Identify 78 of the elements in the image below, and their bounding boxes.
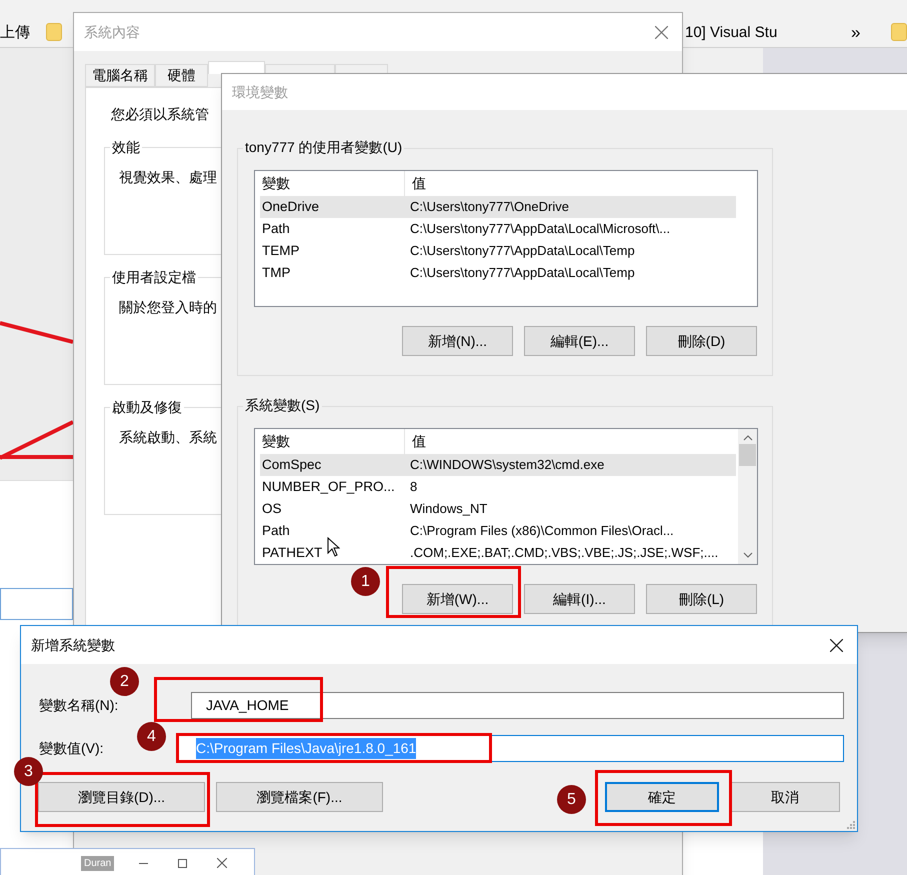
scroll-up-icon[interactable] xyxy=(742,435,752,441)
tab[interactable]: 電腦名稱 xyxy=(85,64,155,87)
tab[interactable]: 硬體 xyxy=(155,64,208,87)
variable-name: Path xyxy=(262,220,290,236)
variable-name: OS xyxy=(262,500,282,516)
group-title: 效能 xyxy=(110,138,142,156)
variable-row[interactable]: ComSpec C:\WINDOWS\system32\cmd.exe xyxy=(260,454,736,476)
dialog-button[interactable]: 瀏覽檔案(F)... xyxy=(216,782,383,812)
variable-value: C:\Users\tony777\AppData\Local\Temp xyxy=(410,242,635,260)
variable-value: .COM;.EXE;.BAT;.CMD;.VBS;.VBE;.JS;.JSE;.WSF;.... xyxy=(410,544,718,562)
variable-row[interactable]: NUMBER_OF_PRO... 8 xyxy=(260,476,736,498)
folder-icon xyxy=(891,23,907,41)
dialog-button[interactable]: 刪除(L) xyxy=(646,584,757,614)
group-title: tony777 的使用者變數(U) xyxy=(243,138,404,156)
field-value: C:\Program Files\Java\jre1.8.0_161 xyxy=(196,738,416,759)
group-title: 使用者設定檔 xyxy=(110,268,198,286)
variable-value: C:\Users\tony777\AppData\Local\Microsoft\... xyxy=(410,220,670,238)
dialog-button[interactable]: 編輯(E)... xyxy=(524,326,635,356)
variable-value: Windows_NT xyxy=(410,500,488,518)
minimize-icon[interactable] xyxy=(139,862,148,864)
dialog-button[interactable]: 新增(N)... xyxy=(402,326,513,356)
variable-name: Path xyxy=(262,522,290,538)
field-value: JAVA_HOME xyxy=(206,696,289,715)
group-text: 視覺效果、處理 xyxy=(119,169,217,185)
window-title: 新增系統變數 xyxy=(31,636,115,654)
field-label: 變數值(V): xyxy=(39,739,105,758)
bookmark-link[interactable]: 上傳 xyxy=(0,22,30,44)
variable-row[interactable]: Path C:\Users\tony777\AppData\Local\Microsoft\... xyxy=(260,218,736,240)
variable-name: ComSpec xyxy=(262,456,322,472)
notice-text: 您必須以系統管 xyxy=(111,105,210,124)
bookmarks-overflow[interactable]: » xyxy=(851,20,860,46)
dialog-button[interactable]: 瀏覽目錄(D)... xyxy=(38,782,205,812)
mouse-cursor-icon xyxy=(327,537,340,557)
close-icon[interactable] xyxy=(830,638,843,652)
column-header[interactable]: 值 xyxy=(405,173,426,194)
tab[interactable] xyxy=(335,64,388,74)
variable-value: C:\WINDOWS\system32\cmd.exe xyxy=(410,456,604,474)
window-title: 系統內容 xyxy=(84,22,140,42)
scrollbar[interactable] xyxy=(738,429,757,564)
group-title: 啟動及修復 xyxy=(110,398,184,416)
group-text: 系統啟動、系統 xyxy=(119,429,217,445)
variable-row[interactable]: PATHEXT .COM;.EXE;.BAT;.CMD;.VBS;.VBE;.JS;.JSE;.WSF;.... xyxy=(260,542,736,564)
bookmark-link[interactable]: 10] Visual Stu xyxy=(685,22,778,44)
dialog-button[interactable]: 取消 xyxy=(730,782,840,812)
scroll-thumb[interactable] xyxy=(739,444,756,466)
input-field[interactable]: JAVA_HOME xyxy=(191,692,844,719)
variable-value: C:\Users\tony777\AppData\Local\Temp xyxy=(410,264,635,282)
input-field[interactable] xyxy=(0,588,73,620)
tab[interactable] xyxy=(265,64,335,74)
variable-row[interactable]: OneDrive C:\Users\tony777\OneDrive xyxy=(260,196,736,218)
window-title: 環境變數 xyxy=(232,82,288,102)
variable-name: PATHEXT xyxy=(262,544,322,560)
variable-name: TMP xyxy=(262,264,290,280)
dialog-button[interactable]: 新增(W)... xyxy=(402,584,513,614)
variable-row[interactable]: Path C:\Program Files (x86)\Common Files\Oracl... xyxy=(260,520,736,542)
variable-name: OneDrive xyxy=(262,198,320,214)
variable-row[interactable]: TEMP C:\Users\tony777\AppData\Local\Temp xyxy=(260,240,736,262)
dialog-button[interactable]: 刪除(D) xyxy=(646,326,757,356)
window-tag: Duran xyxy=(81,856,114,870)
variable-row[interactable]: OS Windows_NT xyxy=(260,498,736,520)
folder-icon xyxy=(46,23,62,41)
group-text: 關於您登入時的 xyxy=(119,299,217,315)
scroll-down-icon[interactable] xyxy=(742,552,752,558)
tab[interactable] xyxy=(208,61,265,74)
variable-name: NUMBER_OF_PRO... xyxy=(262,478,395,494)
variable-value: 8 xyxy=(410,478,418,496)
close-icon[interactable] xyxy=(217,858,228,868)
maximize-icon[interactable] xyxy=(178,858,188,868)
field-label: 變數名稱(N): xyxy=(39,696,120,715)
variable-value: C:\Users\tony777\OneDrive xyxy=(410,198,569,216)
variable-name: TEMP xyxy=(262,242,300,258)
dialog-button[interactable]: 編輯(I)... xyxy=(524,584,635,614)
column-header[interactable]: 值 xyxy=(405,431,426,452)
resize-grip-icon[interactable] xyxy=(846,820,855,829)
variable-value: C:\Program Files (x86)\Common Files\Oracl... xyxy=(410,522,674,540)
group-title: 系統變數(S) xyxy=(243,396,322,414)
dialog-button[interactable]: 確定 xyxy=(605,782,719,812)
variable-row[interactable]: TMP C:\Users\tony777\AppData\Local\Temp xyxy=(260,262,736,284)
